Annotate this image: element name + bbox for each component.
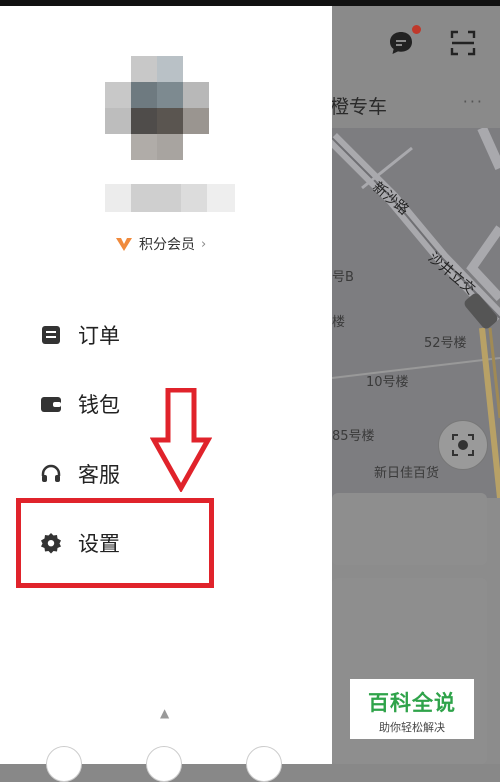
message-icon[interactable] bbox=[388, 30, 414, 56]
place-label: 85号楼 bbox=[332, 429, 375, 444]
arrow-down-icon bbox=[149, 387, 213, 496]
cart-icon[interactable] bbox=[246, 746, 282, 782]
calendar-icon[interactable] bbox=[46, 746, 82, 782]
side-drawer: 积分会员 › 订单 钱包 客服 设置 ▲ bbox=[0, 6, 332, 782]
notification-dot bbox=[412, 25, 421, 34]
cup-icon[interactable] bbox=[146, 746, 182, 782]
member-points-link[interactable]: 积分会员 › bbox=[115, 234, 206, 254]
highlight-annotation bbox=[16, 498, 214, 588]
watermark-title: 百科全说 bbox=[368, 691, 456, 715]
map-card[interactable] bbox=[332, 493, 487, 565]
menu-item-label: 客服 bbox=[78, 463, 120, 487]
place-label: 52号楼 bbox=[424, 336, 467, 351]
map-tab-label[interactable]: 橙专车 bbox=[332, 92, 387, 119]
locate-icon bbox=[452, 434, 474, 456]
place-label: 楼 bbox=[332, 315, 346, 330]
scan-icon[interactable] bbox=[450, 30, 476, 56]
watermark: 百科全说 助你轻松解决 bbox=[350, 679, 474, 739]
member-label: 积分会员 bbox=[139, 237, 195, 253]
place-label: 号B bbox=[332, 270, 354, 285]
locate-button[interactable] bbox=[438, 420, 488, 470]
menu-item-label: 钱包 bbox=[78, 393, 120, 417]
watermark-subtitle: 助你轻松解决 bbox=[379, 721, 445, 734]
menu-item-customer-service[interactable]: 客服 bbox=[40, 459, 120, 489]
avatar[interactable] bbox=[105, 56, 209, 160]
order-icon bbox=[42, 326, 60, 344]
menu-item-wallet[interactable]: 钱包 bbox=[40, 389, 120, 419]
user-name bbox=[105, 184, 235, 212]
wallet-icon bbox=[41, 397, 61, 412]
expand-up-icon[interactable]: ▲ bbox=[160, 706, 169, 720]
more-icon[interactable]: ··· bbox=[463, 92, 484, 111]
map-background: 橙专车 ··· 新沙路 沙井立交 号B 楼 52号楼 10号楼 85号楼 新日佳… bbox=[332, 0, 500, 764]
map-header: 橙专车 ··· bbox=[332, 6, 500, 128]
place-label: 新日佳百货 bbox=[374, 466, 440, 481]
member-badge-icon bbox=[116, 238, 132, 251]
place-label: 10号楼 bbox=[366, 375, 409, 390]
status-bar bbox=[0, 0, 500, 6]
menu-item-label: 订单 bbox=[78, 324, 120, 348]
headset-icon bbox=[41, 464, 61, 482]
menu-item-orders[interactable]: 订单 bbox=[40, 320, 120, 350]
chevron-right-icon: › bbox=[201, 236, 207, 252]
